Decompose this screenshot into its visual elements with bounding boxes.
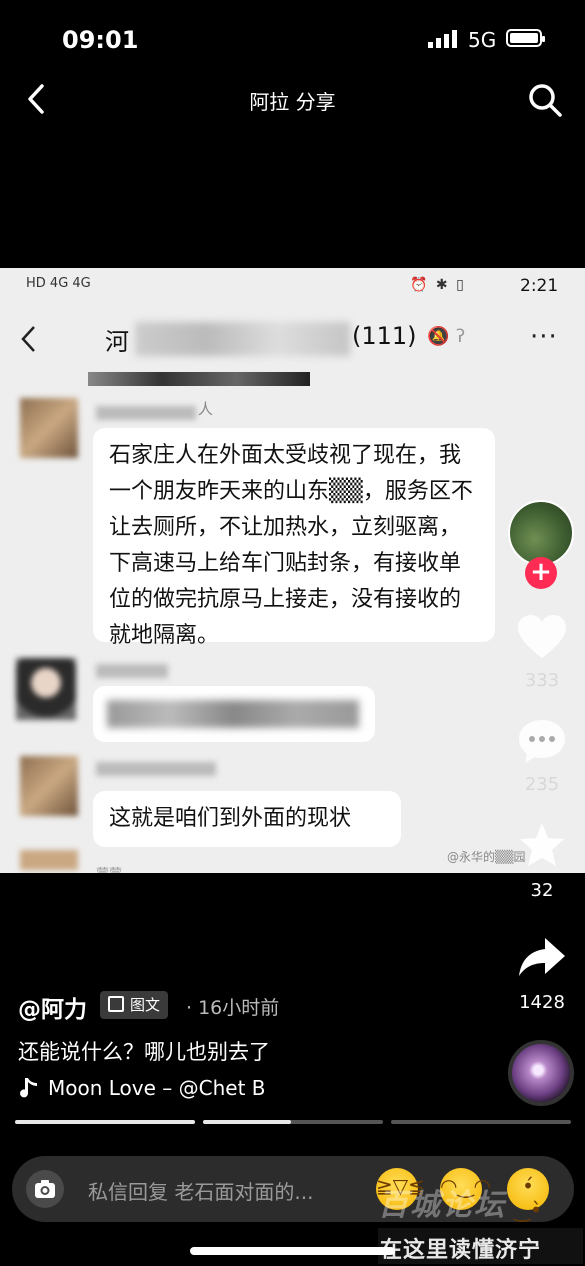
sender-name: 蒙蒙	[96, 863, 122, 873]
message-bubble-blurred	[93, 686, 375, 742]
music-title[interactable]: Moon Love – @Chet B	[48, 1076, 316, 1100]
image-status-time: 2:21	[520, 276, 559, 296]
like-count: 333	[524, 670, 560, 691]
sender-name-suffix: 人	[198, 400, 214, 418]
image-text-icon	[108, 996, 124, 1012]
avatar	[20, 398, 78, 458]
image-progress-2	[203, 1120, 383, 1124]
comment-icon[interactable]	[515, 716, 569, 766]
camera-button[interactable]	[26, 1170, 64, 1208]
message-bubble: 这就是咱们到外面的现状	[93, 791, 401, 847]
image-chat-title-suffix: (111)	[352, 322, 417, 350]
music-disc[interactable]	[508, 1040, 574, 1106]
star-icon[interactable]	[515, 820, 569, 870]
ear-icon: ʔ	[456, 326, 466, 347]
message-bubble: 石家庄人在外面太受歧视了现在，我一个朋友昨天来的山东▒▒，服务区不让去厕所，不让…	[93, 428, 495, 648]
battery-icon	[506, 29, 545, 47]
page-title: 阿拉 分享	[249, 90, 336, 114]
heart-icon[interactable]	[515, 612, 569, 662]
image-progress-1	[15, 1120, 195, 1124]
post-time: · 16小时前	[186, 997, 280, 1019]
avatar	[20, 850, 78, 870]
image-back-icon	[21, 326, 35, 352]
sender-name-blur	[96, 762, 216, 776]
site-watermark-logo: 百城论坛	[378, 1188, 506, 1223]
site-watermark-subtitle: 在这里读懂济宁	[380, 1238, 542, 1263]
status-time: 09:01	[62, 26, 139, 54]
author-name[interactable]: @阿力	[18, 990, 87, 1024]
follow-plus-button[interactable]: +	[525, 557, 557, 589]
image-progress-3	[391, 1120, 571, 1124]
type-tag: 图文	[100, 991, 169, 1019]
camera-icon	[35, 1180, 55, 1198]
type-tag-label: 图文	[130, 996, 161, 1014]
post-description: 还能说什么？哪儿也别去了	[18, 1040, 270, 1064]
network-label: 5G	[468, 28, 497, 52]
favorite-count: 32	[530, 880, 554, 901]
signal-icon	[428, 30, 457, 48]
music-note-icon	[20, 1078, 37, 1098]
image-chat-title-prefix: 河	[105, 328, 129, 356]
post-image[interactable]: HD 4G 4G ⏰ ✱ ▯ 2:21 河 (111) 🔕 ʔ ··· 人 石家…	[0, 268, 585, 873]
image-watermark: @永华的▒▒园	[447, 850, 526, 864]
more-icon: ···	[530, 322, 558, 352]
image-title-blur	[135, 322, 350, 356]
share-icon[interactable]	[515, 932, 569, 982]
image-strip	[88, 372, 310, 386]
share-count: 1428	[519, 992, 565, 1013]
image-status-left: HD 4G 4G	[26, 276, 91, 291]
avatar	[16, 658, 76, 720]
search-icon[interactable]	[525, 80, 565, 120]
bell-muted-icon: 🔕	[427, 326, 450, 347]
comment-count: 235	[524, 774, 560, 795]
sender-name-blur	[96, 664, 168, 678]
home-indicator[interactable]	[190, 1247, 395, 1255]
avatar	[20, 756, 78, 816]
image-status-icons: ⏰ ✱ ▯	[410, 277, 466, 293]
thinking-emoji-icon[interactable]: •́ ‿•̀	[507, 1168, 549, 1222]
reply-input[interactable]: 私信回复 老石面对面的...	[88, 1176, 313, 1205]
sender-name-blur	[96, 406, 196, 420]
